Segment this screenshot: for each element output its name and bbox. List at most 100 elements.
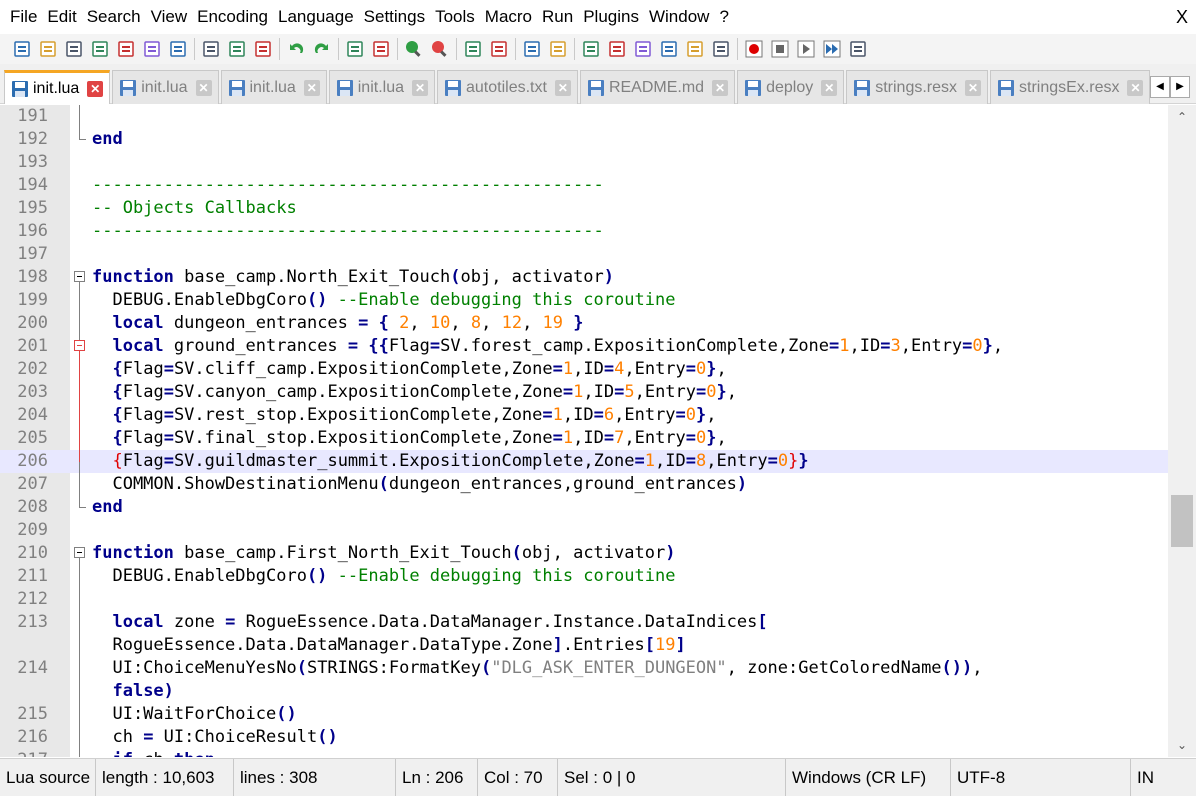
- tab-readme-md[interactable]: README.md ✕: [579, 70, 736, 104]
- monitor-icon[interactable]: [708, 36, 734, 62]
- close-tab-icon[interactable]: ✕: [965, 79, 982, 96]
- find-icon[interactable]: [342, 36, 368, 62]
- scroll-down-icon[interactable]: ⌄: [1168, 733, 1196, 757]
- fold-marker[interactable]: [74, 335, 86, 358]
- code-line[interactable]: 210 function base_camp.First_North_Exit_T…: [0, 542, 1168, 565]
- play-macro-icon[interactable]: [793, 36, 819, 62]
- close-tab-icon[interactable]: ✕: [87, 80, 104, 97]
- tab-strings-resx[interactable]: strings.resx ✕: [846, 70, 989, 104]
- code-line[interactable]: 203 {Flag=SV.canyon_camp.ExpositionCompl…: [0, 381, 1168, 404]
- menu-help[interactable]: ?: [714, 0, 733, 34]
- code-line[interactable]: 197: [0, 243, 1168, 266]
- tab-scroll-right-icon[interactable]: ▶: [1170, 76, 1190, 98]
- code-line[interactable]: 214 UI:ChoiceMenuYesNo(STRINGS:FormatKey…: [0, 657, 1168, 680]
- code-line[interactable]: 209: [0, 519, 1168, 542]
- code-line[interactable]: 196 -------------------------------------…: [0, 220, 1168, 243]
- function-list-panel-icon[interactable]: [682, 36, 708, 62]
- code-line[interactable]: 200 local dungeon_entrances = { 2, 10, 8…: [0, 312, 1168, 335]
- undo-icon[interactable]: [283, 36, 309, 62]
- sync-vertical-icon[interactable]: [460, 36, 486, 62]
- function-list-icon[interactable]: [604, 36, 630, 62]
- menu-language[interactable]: Language: [273, 0, 359, 34]
- code-line[interactable]: 198 function base_camp.North_Exit_Touch(o…: [0, 266, 1168, 289]
- redo-icon[interactable]: [309, 36, 335, 62]
- close-icon[interactable]: [113, 36, 139, 62]
- code-line[interactable]: 192 end: [0, 128, 1168, 151]
- close-tab-icon[interactable]: ✕: [712, 79, 729, 96]
- scroll-up-icon[interactable]: ⌃: [1168, 105, 1196, 129]
- document-map-icon[interactable]: [656, 36, 682, 62]
- fold-toggle-icon[interactable]: [74, 547, 85, 558]
- save-all-icon[interactable]: [87, 36, 113, 62]
- vertical-scrollbar[interactable]: ⌃ ⌄: [1168, 105, 1196, 757]
- code-line[interactable]: 201 local ground_entrances = {{Flag=SV.f…: [0, 335, 1168, 358]
- save-macro-icon[interactable]: [845, 36, 871, 62]
- status-eol[interactable]: Windows (CR LF): [786, 759, 951, 796]
- tab-init-lua[interactable]: init.lua ✕: [328, 70, 435, 104]
- tab-autotiles-txt[interactable]: autotiles.txt ✕: [437, 70, 578, 104]
- record-macro-icon[interactable]: [741, 36, 767, 62]
- code-editor[interactable]: 191 192 end 193 194 -------------------------…: [0, 105, 1196, 757]
- tab-init-lua[interactable]: init.lua ✕: [112, 70, 219, 104]
- code-line[interactable]: 205 {Flag=SV.final_stop.ExpositionComple…: [0, 427, 1168, 450]
- code-line[interactable]: 195 -- Objects Callbacks: [0, 197, 1168, 220]
- close-tab-icon[interactable]: ✕: [412, 79, 428, 96]
- code-line[interactable]: 191: [0, 105, 1168, 128]
- status-encoding[interactable]: UTF-8: [951, 759, 1131, 796]
- zoom-out-icon[interactable]: [427, 36, 453, 62]
- code-line[interactable]: 194 -------------------------------------…: [0, 174, 1168, 197]
- tab-init-lua[interactable]: init.lua ✕: [220, 70, 327, 104]
- code-line[interactable]: 206 {Flag=SV.guildmaster_summit.Expositi…: [0, 450, 1168, 473]
- menu-settings[interactable]: Settings: [359, 0, 430, 34]
- code-line[interactable]: 199 DEBUG.EnableDbgCoro() --Enable debug…: [0, 289, 1168, 312]
- code-line[interactable]: 208 end: [0, 496, 1168, 519]
- word-wrap-icon[interactable]: [519, 36, 545, 62]
- fold-marker[interactable]: [74, 266, 86, 289]
- code-line[interactable]: false): [0, 680, 1168, 703]
- menu-tools[interactable]: Tools: [430, 0, 480, 34]
- menu-search[interactable]: Search: [82, 0, 146, 34]
- run-macro-multiple-icon[interactable]: [819, 36, 845, 62]
- code-line[interactable]: 193: [0, 151, 1168, 174]
- close-tab-icon[interactable]: ✕: [195, 79, 212, 96]
- menu-view[interactable]: View: [146, 0, 193, 34]
- indent-guide-icon[interactable]: [578, 36, 604, 62]
- close-all-icon[interactable]: [139, 36, 165, 62]
- cut-icon[interactable]: [198, 36, 224, 62]
- fold-marker[interactable]: [74, 542, 86, 565]
- show-all-chars-icon[interactable]: [545, 36, 571, 62]
- menu-file[interactable]: File: [0, 0, 42, 34]
- scroll-thumb[interactable]: [1171, 495, 1193, 547]
- stop-record-icon[interactable]: [767, 36, 793, 62]
- save-icon[interactable]: [61, 36, 87, 62]
- close-tab-icon[interactable]: ✕: [554, 79, 571, 96]
- print-icon[interactable]: [165, 36, 191, 62]
- copy-icon[interactable]: [224, 36, 250, 62]
- code-line[interactable]: 212: [0, 588, 1168, 611]
- code-line[interactable]: 216 ch = UI:ChoiceResult(): [0, 726, 1168, 749]
- close-tab-icon[interactable]: ✕: [1127, 79, 1144, 96]
- close-tab-icon[interactable]: ✕: [821, 79, 838, 96]
- code-line[interactable]: RogueEssence.Data.DataManager.DataType.Z…: [0, 634, 1168, 657]
- code-line[interactable]: 213 local zone = RogueEssence.Data.DataM…: [0, 611, 1168, 634]
- new-file-icon[interactable]: [9, 36, 35, 62]
- menu-run[interactable]: Run: [537, 0, 578, 34]
- menu-window[interactable]: Window: [644, 0, 714, 34]
- menu-encoding[interactable]: Encoding: [192, 0, 273, 34]
- code-line[interactable]: 202 {Flag=SV.cliff_camp.ExpositionComple…: [0, 358, 1168, 381]
- menu-edit[interactable]: Edit: [42, 0, 81, 34]
- fold-toggle-icon[interactable]: [74, 340, 85, 351]
- tab-deploy[interactable]: deploy ✕: [737, 70, 845, 104]
- menu-macro[interactable]: Macro: [480, 0, 537, 34]
- code-line[interactable]: 211 DEBUG.EnableDbgCoro() --Enable debug…: [0, 565, 1168, 588]
- paste-icon[interactable]: [250, 36, 276, 62]
- code-line[interactable]: 217 if ch then: [0, 749, 1168, 757]
- folder-workspace-icon[interactable]: [630, 36, 656, 62]
- tab-scroll-left-icon[interactable]: ◀: [1150, 76, 1170, 98]
- close-window-button[interactable]: X: [1176, 0, 1188, 34]
- code-line[interactable]: 207 COMMON.ShowDestinationMenu(dungeon_e…: [0, 473, 1168, 496]
- close-tab-icon[interactable]: ✕: [303, 79, 320, 96]
- open-file-icon[interactable]: [35, 36, 61, 62]
- zoom-in-icon[interactable]: [401, 36, 427, 62]
- code-line[interactable]: 215 UI:WaitForChoice(): [0, 703, 1168, 726]
